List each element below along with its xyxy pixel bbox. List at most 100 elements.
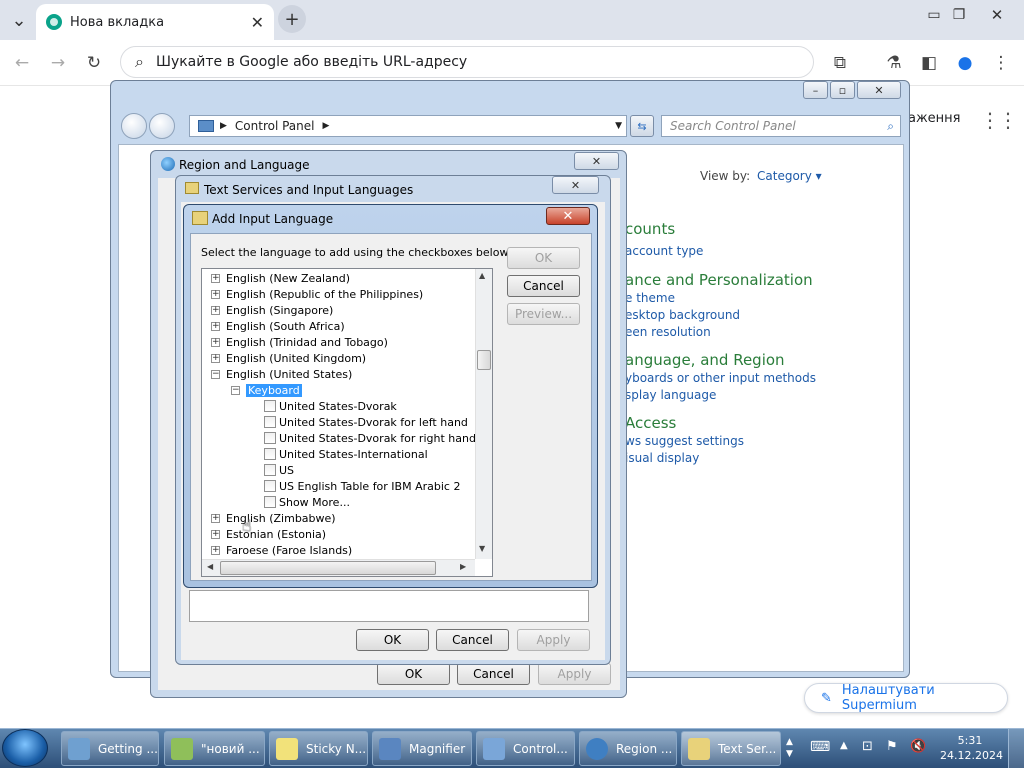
cp-category-link[interactable]: esktop background: [625, 308, 740, 322]
region-ok-button[interactable]: OK: [377, 663, 450, 685]
region-close-button[interactable]: ✕: [574, 152, 619, 170]
expand-plus-icon[interactable]: +: [211, 545, 220, 555]
tree-language-row[interactable]: + English (Trinidad and Tobago): [211, 334, 388, 350]
region-apply-button[interactable]: Apply: [538, 663, 611, 685]
keyboard-checkbox[interactable]: [264, 496, 276, 508]
customize-supermium-button[interactable]: ✎ Налаштувати Supermium: [804, 683, 1008, 713]
tree-language-row[interactable]: + English (Republic of the Philippines): [211, 286, 423, 302]
cp-category-link[interactable]: e theme: [625, 291, 675, 305]
scroll-thumb[interactable]: [220, 561, 436, 575]
expand-plus-icon[interactable]: +: [211, 289, 220, 299]
expand-plus-icon[interactable]: +: [211, 337, 220, 347]
keyboard-tray-icon[interactable]: ⌨: [810, 739, 830, 755]
cp-category-heading[interactable]: Access: [625, 414, 676, 432]
new-tab-plus-icon[interactable]: +: [278, 5, 306, 33]
keyboard-option-row[interactable]: United States-Dvorak for left hand: [264, 414, 468, 430]
keyboard-checkbox[interactable]: [264, 400, 276, 412]
refresh-icon[interactable]: ⇆: [630, 115, 654, 137]
reload-icon[interactable]: ↻: [81, 50, 107, 76]
taskbar-clock[interactable]: 5:31 24.12.2024: [940, 733, 1003, 763]
close-tab-icon[interactable]: ✕: [251, 13, 264, 32]
keyboard-option-row[interactable]: US English Table for IBM Arabic 238_L: [264, 478, 460, 494]
tsil-ok-button[interactable]: OK: [356, 629, 429, 651]
add-close-button[interactable]: ✕: [546, 207, 590, 225]
taskbar-item[interactable]: Getting ...: [61, 731, 159, 766]
expand-plus-icon[interactable]: +: [211, 513, 220, 523]
labs-flask-icon[interactable]: ⚗: [881, 50, 907, 76]
tree-language-row[interactable]: + English (South Africa): [211, 318, 345, 334]
side-panel-icon[interactable]: ◧: [916, 50, 942, 76]
keyboard-option-row[interactable]: Show More...: [264, 494, 350, 510]
keyboard-checkbox[interactable]: [264, 416, 276, 428]
scroll-down-arrow-icon[interactable]: ▼: [479, 544, 485, 553]
cp-category-link[interactable]: yboards or other input methods: [625, 371, 816, 385]
profile-avatar-icon[interactable]: ●: [952, 50, 978, 76]
scroll-thumb[interactable]: [477, 350, 491, 370]
cp-search-input[interactable]: Search Control Panel ⌕: [661, 115, 901, 137]
keyboard-option-row[interactable]: United States-Dvorak for right hand: [264, 430, 476, 446]
keyboard-option-row[interactable]: United States-International: [264, 446, 428, 462]
expand-plus-icon[interactable]: +: [211, 321, 220, 331]
cp-category-link[interactable]: isual display: [625, 451, 699, 465]
show-desktop-button[interactable]: [1008, 729, 1024, 768]
scroll-left-arrow-icon[interactable]: ◀: [207, 562, 213, 571]
cp-category-link[interactable]: account type: [625, 244, 703, 258]
restore-window-icon[interactable]: ❐: [944, 0, 974, 30]
region-cancel-button[interactable]: Cancel: [457, 663, 530, 685]
view-by-dropdown[interactable]: Category ▾: [757, 169, 822, 183]
expand-plus-icon[interactable]: +: [211, 305, 220, 315]
taskbar-scroll-arrows-icon[interactable]: ▲ ▼: [786, 736, 793, 760]
tree-vertical-scrollbar[interactable]: ▲ ▼: [475, 269, 492, 559]
close-window-icon[interactable]: ✕: [982, 0, 1012, 30]
tree-language-row[interactable]: + English (United Kingdom): [211, 350, 366, 366]
cp-category-heading[interactable]: ance and Personalization: [625, 271, 813, 289]
add-preview-button[interactable]: Preview...: [507, 303, 580, 325]
back-arrow-icon[interactable]: ←: [9, 50, 35, 76]
cp-close-button[interactable]: ✕: [857, 81, 901, 99]
expand-plus-icon[interactable]: +: [211, 529, 220, 539]
add-cancel-button[interactable]: Cancel: [507, 275, 580, 297]
collapse-minus-icon[interactable]: −: [211, 369, 220, 379]
keyboard-checkbox[interactable]: [264, 448, 276, 460]
keyboard-checkbox[interactable]: [264, 432, 276, 444]
forward-arrow-icon[interactable]: →: [45, 50, 71, 76]
tree-language-row[interactable]: + Faroese (Faroe Islands): [211, 542, 352, 558]
address-dropdown-icon[interactable]: ▼: [615, 121, 622, 131]
keyboard-option-row[interactable]: US: [264, 462, 294, 478]
cp-category-link[interactable]: ws suggest settings: [625, 434, 744, 448]
chrome-menu-kebab-icon[interactable]: ⋮: [988, 50, 1014, 76]
tree-language-row[interactable]: + English (Singapore): [211, 302, 333, 318]
cp-category-heading[interactable]: counts: [625, 220, 675, 238]
keyboard-checkbox[interactable]: [264, 480, 276, 492]
tree-language-row[interactable]: + Estonian (Estonia): [211, 526, 326, 542]
show-hidden-icons-icon[interactable]: ▲: [840, 740, 848, 751]
omnibox[interactable]: ⌕ Шукайте в Google або введіть URL-адрес…: [120, 46, 814, 78]
keyboard-checkbox[interactable]: [264, 464, 276, 476]
tree-horizontal-scrollbar[interactable]: ◀ ▶: [202, 559, 475, 576]
action-center-flag-icon[interactable]: ⚑: [886, 739, 898, 754]
scroll-right-arrow-icon[interactable]: ▶: [460, 562, 466, 571]
add-ok-button[interactable]: OK: [507, 247, 580, 269]
breadcrumb[interactable]: Control Panel: [235, 119, 315, 133]
cp-back-icon[interactable]: [121, 113, 147, 139]
taskbar-item[interactable]: Sticky N...: [269, 731, 368, 766]
collapse-minus-icon[interactable]: −: [231, 385, 240, 395]
expand-plus-icon[interactable]: +: [211, 353, 220, 363]
taskbar-item[interactable]: Region ...: [579, 731, 677, 766]
cp-category-heading[interactable]: anguage, and Region: [625, 351, 785, 369]
start-button-windows-icon[interactable]: [2, 729, 48, 767]
tree-keyboard-node[interactable]: − Keyboard: [231, 382, 302, 398]
taskbar-item[interactable]: Magnifier: [372, 731, 472, 766]
cp-maximize-button[interactable]: ▫: [830, 81, 855, 99]
cp-minimize-button[interactable]: –: [803, 81, 828, 99]
google-apps-grid-icon[interactable]: ⋮⋮⋮: [980, 108, 1024, 132]
tab-search-chevron-icon[interactable]: ⌄: [4, 5, 34, 35]
cp-category-link[interactable]: splay language: [625, 388, 716, 402]
network-icon[interactable]: ⊡: [862, 739, 873, 754]
keyboard-option-row[interactable]: United States-Dvorak: [264, 398, 397, 414]
tree-language-row-expanded[interactable]: − English (United States): [211, 366, 352, 382]
volume-muted-icon[interactable]: 🔇: [910, 739, 926, 754]
taskbar-item[interactable]: Control...: [476, 731, 575, 766]
tsil-cancel-button[interactable]: Cancel: [436, 629, 509, 651]
taskbar-item-active[interactable]: Text Ser...: [681, 731, 781, 766]
